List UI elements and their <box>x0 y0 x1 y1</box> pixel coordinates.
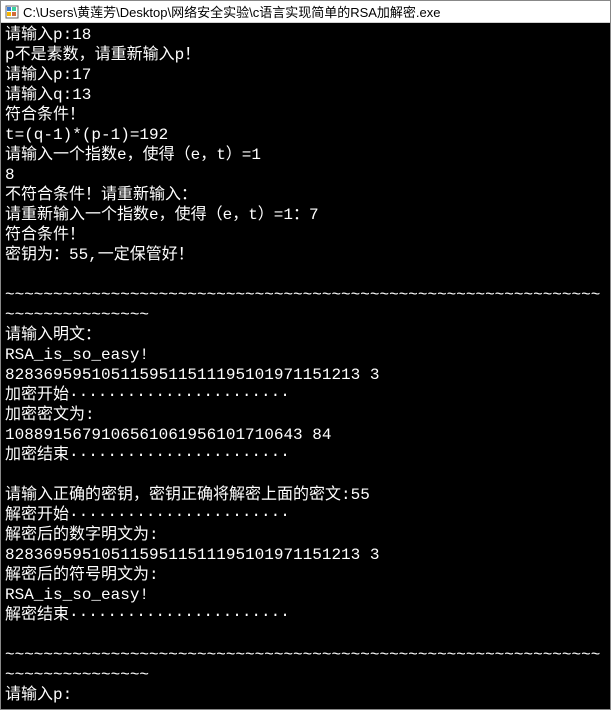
app-icon <box>5 5 19 19</box>
console-line: 加密开始······················· <box>5 385 606 405</box>
console-line: 不符合条件！请重新输入： <box>5 185 606 205</box>
console-line: 解密结束······················· <box>5 605 606 625</box>
title-bar[interactable]: C:\Users\黄莲芳\Desktop\网络安全实验\c语言实现简单的RSA加… <box>1 1 610 23</box>
console-window: C:\Users\黄莲芳\Desktop\网络安全实验\c语言实现简单的RSA加… <box>0 0 611 710</box>
console-line: ~~~~~~~~~~~~~~~~~~~~~~~~~~~~~~~~~~~~~~~~… <box>5 645 606 685</box>
console-line: 请重新输入一个指数e，使得（e，t）=1：7 <box>5 205 606 225</box>
console-line: t=(q-1)*(p-1)=192 <box>5 125 606 145</box>
console-line: RSA_is_so_easy! <box>5 345 606 365</box>
console-line: 1088915679106561061956101710643 84 <box>5 425 606 445</box>
console-line: 8 <box>5 165 606 185</box>
console-line: 解密后的符号明文为: <box>5 565 606 585</box>
console-line: 请输入p:18 <box>5 25 606 45</box>
console-line: ~~~~~~~~~~~~~~~~~~~~~~~~~~~~~~~~~~~~~~~~… <box>5 285 606 325</box>
console-line: 请输入正确的密钥，密钥正确将解密上面的密文:55 <box>5 485 606 505</box>
console-line: 解密开始······················· <box>5 505 606 525</box>
console-line: 密钥为：55,一定保管好！ <box>5 245 606 265</box>
console-line <box>5 465 606 485</box>
console-line: 符合条件！ <box>5 105 606 125</box>
console-line: 8283695951051159511511195101971151213 3 <box>5 545 606 565</box>
console-line: 解密后的数字明文为: <box>5 525 606 545</box>
console-line <box>5 265 606 285</box>
console-line: 请输入明文： <box>5 325 606 345</box>
console-line: 加密密文为: <box>5 405 606 425</box>
console-line: 符合条件！ <box>5 225 606 245</box>
console-line <box>5 625 606 645</box>
console-line: 请输入一个指数e，使得（e，t）=1 <box>5 145 606 165</box>
console-line: 请输入p: <box>5 685 606 705</box>
console-line: 请输入q:13 <box>5 85 606 105</box>
console-line: 请输入p:17 <box>5 65 606 85</box>
console-output[interactable]: 请输入p:18p不是素数，请重新输入p！请输入p:17请输入q:13符合条件！t… <box>1 23 610 709</box>
console-line: p不是素数，请重新输入p！ <box>5 45 606 65</box>
window-title: C:\Users\黄莲芳\Desktop\网络安全实验\c语言实现简单的RSA加… <box>23 2 441 21</box>
console-line: 8283695951051159511511195101971151213 3 <box>5 365 606 385</box>
console-line: 加密结束······················· <box>5 445 606 465</box>
console-line: RSA_is_so_easy! <box>5 585 606 605</box>
